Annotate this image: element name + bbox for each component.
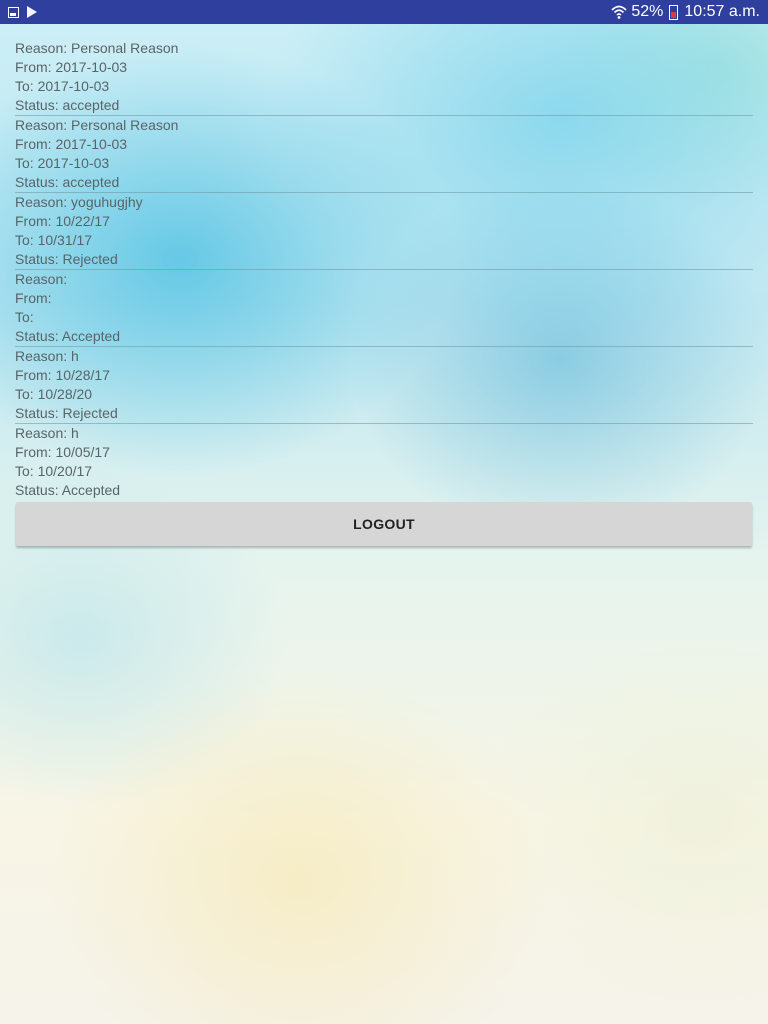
status-bar: 52% 10:57 a.m. <box>0 0 768 24</box>
list-item[interactable]: Reason: From: To: Status: Accepted <box>15 270 753 347</box>
wifi-icon <box>611 4 627 20</box>
list-item[interactable]: Reason: Personal Reason From: 2017-10-03… <box>15 116 753 193</box>
leave-reason: Reason: h <box>15 425 79 441</box>
list-item[interactable]: Reason: Personal Reason From: 2017-10-03… <box>15 39 753 116</box>
status-bar-system: 52% 10:57 a.m. <box>611 3 760 21</box>
leave-to: To: 2017-10-03 <box>15 155 110 171</box>
list-item[interactable]: Reason: h From: 10/28/17 To: 10/28/20 St… <box>15 347 753 424</box>
leave-status: Status: accepted <box>15 174 120 190</box>
leave-reason: Reason: Personal Reason <box>15 117 179 133</box>
leave-status: Status: accepted <box>15 97 120 113</box>
leave-from: From: <box>15 290 52 306</box>
play-store-icon <box>27 6 37 18</box>
leave-from: From: 10/28/17 <box>15 367 110 383</box>
leave-reason: Reason: h <box>15 348 79 364</box>
leave-from: From: 2017-10-03 <box>15 136 128 152</box>
list-item[interactable]: Reason: h From: 10/05/17 To: 10/20/17 St… <box>15 424 753 500</box>
status-bar-notifications <box>8 6 37 18</box>
leave-reason: Reason: <box>15 271 68 287</box>
leave-to: To: 2017-10-03 <box>15 78 110 94</box>
battery-percent: 52% <box>631 3 664 20</box>
leave-to: To: 10/31/17 <box>15 232 93 248</box>
leave-status: Status: Rejected <box>15 251 118 267</box>
logout-button[interactable]: LOGOUT <box>16 502 752 546</box>
leave-status: Status: Accepted <box>15 482 121 498</box>
clock: 10:57 a.m. <box>684 3 760 20</box>
leave-from: From: 10/05/17 <box>15 444 110 460</box>
leave-from: From: 10/22/17 <box>15 213 110 229</box>
leave-status: Status: Rejected <box>15 405 118 421</box>
leave-to: To: 10/28/20 <box>15 386 93 402</box>
list-item[interactable]: Reason: yoguhugjhy From: 10/22/17 To: 10… <box>15 193 753 270</box>
leave-from: From: 2017-10-03 <box>15 59 128 75</box>
leave-reason: Reason: Personal Reason <box>15 40 179 56</box>
gallery-icon <box>8 6 19 18</box>
leave-to: To: 10/20/17 <box>15 463 93 479</box>
battery-icon <box>669 4 679 20</box>
leave-reason: Reason: yoguhugjhy <box>15 194 143 210</box>
leave-to: To: <box>15 309 34 325</box>
leave-status: Status: Accepted <box>15 328 121 344</box>
leave-list[interactable]: Reason: Personal Reason From: 2017-10-03… <box>15 39 753 500</box>
